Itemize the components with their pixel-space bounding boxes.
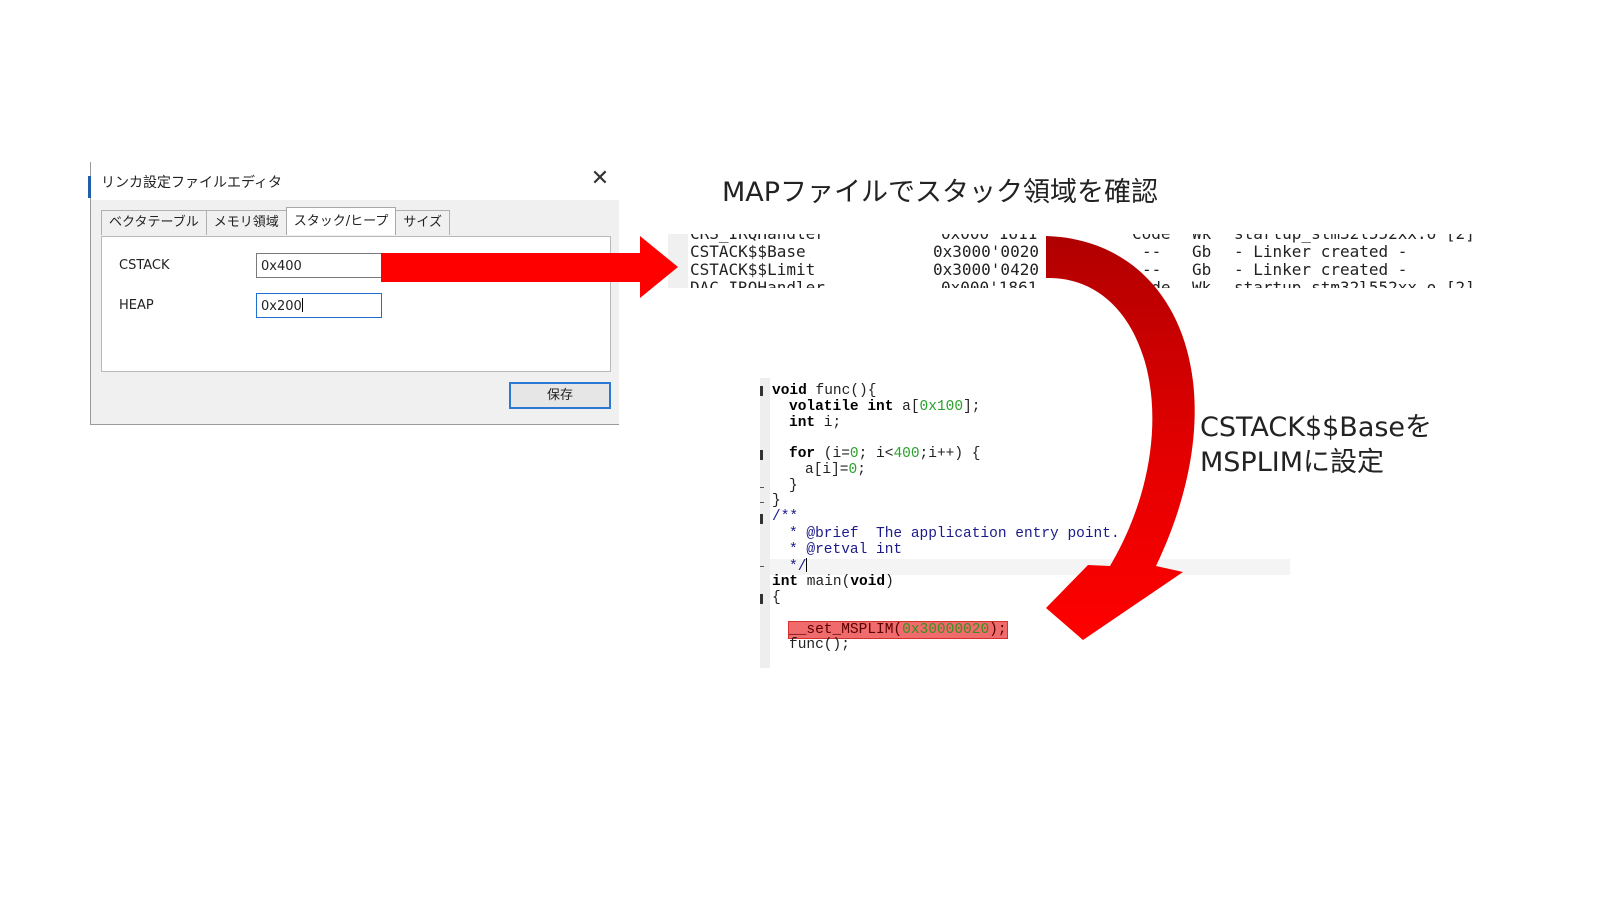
tab-stack-heap[interactable]: スタック/ヒープ — [285, 207, 397, 235]
annotation-arrows — [381, 236, 1195, 640]
curved-arrow — [1046, 236, 1195, 640]
right-arrow — [381, 236, 678, 298]
